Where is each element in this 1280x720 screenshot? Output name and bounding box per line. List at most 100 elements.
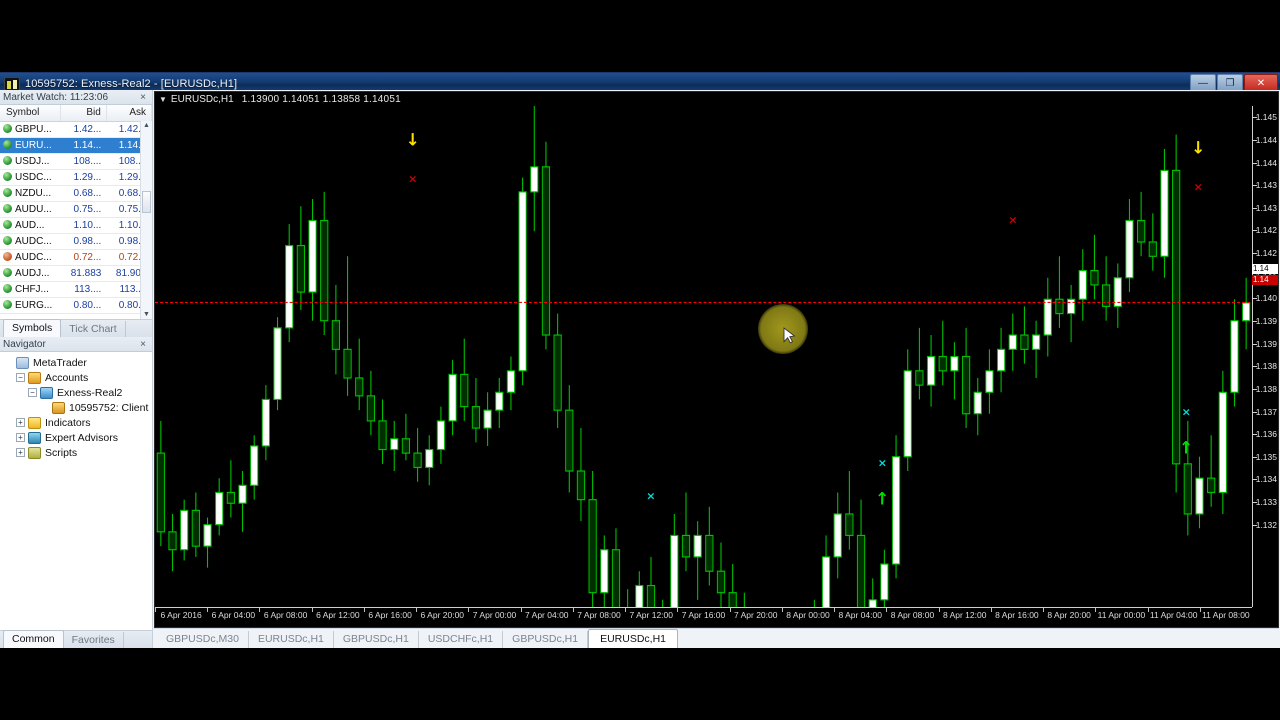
- time-tick: [1043, 608, 1045, 612]
- market-watch-row[interactable]: USDJ... 108.... 108....: [0, 153, 152, 170]
- tab-common[interactable]: Common: [3, 630, 64, 648]
- price-tick-label: 1.137: [1255, 406, 1277, 417]
- chart-tab[interactable]: EURUSDc,H1: [588, 629, 679, 649]
- chart-tab[interactable]: GBPUSDc,H1: [503, 631, 589, 648]
- tree-expander-icon[interactable]: −: [28, 388, 37, 397]
- indicators-icon: [28, 416, 41, 429]
- metatrader-icon: [16, 356, 29, 369]
- close-x-marker: ×: [408, 172, 418, 186]
- tree-expander-icon[interactable]: +: [16, 433, 25, 442]
- tree-expander-icon[interactable]: +: [16, 448, 25, 457]
- time-tick: [416, 608, 418, 612]
- navigator-node[interactable]: 10595752: Client: [4, 400, 152, 415]
- market-watch-row[interactable]: NZDU... 0.68... 0.68...: [0, 185, 152, 202]
- market-watch-row[interactable]: EURG... 0.80... 0.80...: [0, 297, 152, 314]
- close-x-marker: ×: [1008, 213, 1018, 227]
- chart-menu-caret-icon[interactable]: ▼: [159, 95, 167, 104]
- scroll-down-icon[interactable]: ▼: [143, 311, 150, 318]
- market-watch-row[interactable]: EURU... 1.14... 1.14...: [0, 137, 152, 154]
- market-watch-close-icon[interactable]: ×: [137, 92, 149, 103]
- navigator-panel: Navigator × MetaTrader − Accounts − Exness-R…: [0, 337, 152, 648]
- market-watch-bid: 0.75...: [60, 201, 107, 218]
- buy-arrow-marker: ↑: [875, 489, 890, 510]
- time-tick: [1199, 608, 1201, 612]
- time-tick: [1147, 608, 1149, 612]
- market-watch-symbol: AUDC...: [0, 249, 61, 266]
- chart-tab[interactable]: USDCHFc,H1: [419, 631, 504, 648]
- tree-expander-icon[interactable]: −: [16, 373, 25, 382]
- metatrader-logo-icon: [4, 76, 20, 91]
- last-price-label: 1.14: [1252, 263, 1278, 274]
- market-watch-bid: 0.80...: [60, 297, 107, 314]
- tree-expander-icon[interactable]: +: [16, 418, 25, 427]
- server-icon: [40, 386, 53, 399]
- price-tick-label: 1.133: [1255, 497, 1277, 508]
- chart-plot-area[interactable]: ↓ × × ↓ × × × ↑ × ↑: [155, 106, 1252, 607]
- trend-up-icon: [3, 203, 12, 213]
- navigator-node-label: MetaTrader: [33, 356, 87, 369]
- market-watch-scrollbar[interactable]: ▲ ▼: [140, 121, 152, 319]
- market-watch-row[interactable]: USDC... 1.29... 1.29...: [0, 169, 152, 186]
- window-title: 10595752: Exness-Real2 - [EURUSDc,H1]: [25, 77, 238, 90]
- time-tick: [729, 608, 731, 612]
- scrollbar-thumb[interactable]: [142, 191, 151, 213]
- price-axis[interactable]: 1.1451.1441.1441.1431.1431.1421.1421.141…: [1252, 106, 1278, 607]
- navigator-close-icon[interactable]: ×: [137, 339, 149, 350]
- tab-tick-chart[interactable]: Tick Chart: [61, 321, 126, 337]
- market-watch-row[interactable]: GBPU... 1.42... 1.42...: [0, 121, 152, 138]
- time-tick: [520, 608, 522, 612]
- trend-up-icon: [3, 235, 12, 245]
- market-watch-row[interactable]: AUDU... 0.75... 0.75...: [0, 201, 152, 218]
- column-symbol[interactable]: Symbol: [0, 105, 61, 122]
- market-watch-row[interactable]: AUD... 1.10... 1.10...: [0, 217, 152, 234]
- price-tick-label: 1.142: [1255, 225, 1277, 236]
- market-watch-row[interactable]: AUDJ... 81.883 81.906: [0, 265, 152, 282]
- time-tick-label: 8 Apr 16:00: [995, 610, 1039, 620]
- navigator-node[interactable]: − Exness-Real2: [4, 385, 152, 400]
- column-ask[interactable]: Ask: [106, 105, 152, 122]
- price-tick-label: 1.139: [1255, 338, 1277, 349]
- navigator-node[interactable]: − Accounts: [4, 370, 152, 385]
- navigator-node[interactable]: + Indicators: [4, 415, 152, 430]
- left-dock-panels: Market Watch: 11:23:06 × Symbol Bid Ask …: [0, 90, 153, 648]
- navigator-node[interactable]: MetaTrader: [4, 355, 152, 370]
- top-letterbox: [0, 0, 1280, 72]
- price-tick-label: 1.139: [1255, 316, 1277, 326]
- symbol-text: CHFJ...: [15, 283, 49, 295]
- price-chart[interactable]: ▼ EURUSDc,H1 1.13900 1.14051 1.13858 1.1…: [154, 91, 1279, 628]
- time-tick-label: 7 Apr 12:00: [629, 610, 673, 620]
- chart-tab[interactable]: GBPUSDc,H1: [334, 631, 419, 648]
- market-watch-table-area: Symbol Bid Ask GBPU... 1.42... 1.42... EURU…: [0, 105, 152, 319]
- market-watch-row[interactable]: CHFJ... 113.... 113....: [0, 281, 152, 298]
- navigator-node[interactable]: + Expert Advisors: [4, 430, 152, 445]
- market-watch-symbol: AUD...: [0, 217, 61, 234]
- tab-favorites[interactable]: Favorites: [64, 632, 124, 648]
- trend-up-icon: [3, 267, 12, 277]
- chart-tab[interactable]: EURUSDc,H1: [249, 631, 334, 648]
- navigator-node-label: Scripts: [45, 446, 78, 459]
- market-watch-row[interactable]: AUDC... 0.72... 0.72...: [0, 249, 152, 266]
- time-tick: [311, 608, 313, 612]
- time-tick: [207, 608, 209, 612]
- market-watch-symbol: USDC...: [0, 169, 61, 186]
- symbol-text: NZDU...: [15, 187, 52, 199]
- navigator-title: Navigator: [3, 338, 46, 350]
- column-bid[interactable]: Bid: [60, 105, 107, 122]
- sell-arrow-marker: ↓: [405, 130, 420, 151]
- market-watch-header: Market Watch: 11:23:06 ×: [0, 90, 152, 105]
- time-axis[interactable]: 6 Apr 2016 6 Apr 04:00 6 Apr 08:00 6 Apr 12…: [155, 607, 1252, 627]
- time-tick-label: 8 Apr 08:00: [890, 610, 935, 620]
- market-watch-symbol: NZDU...: [0, 185, 61, 202]
- tab-symbols[interactable]: Symbols: [3, 319, 62, 337]
- workspace: Market Watch: 11:23:06 × Symbol Bid Ask …: [0, 90, 1280, 649]
- scroll-up-icon[interactable]: ▲: [143, 122, 150, 129]
- navigator-node[interactable]: + Scripts: [4, 445, 152, 460]
- time-tick: [938, 608, 940, 612]
- market-watch-symbol: AUDJ...: [0, 265, 61, 282]
- close-x-marker: ×: [646, 489, 656, 503]
- market-watch-row[interactable]: AUDC... 0.98... 0.98...: [0, 233, 152, 250]
- chart-tab[interactable]: GBPUSDc,M30: [157, 631, 249, 648]
- trend-up-icon: [3, 219, 12, 229]
- price-tick-label: 1.138: [1255, 361, 1277, 372]
- price-tick-label: 1.134: [1255, 474, 1277, 485]
